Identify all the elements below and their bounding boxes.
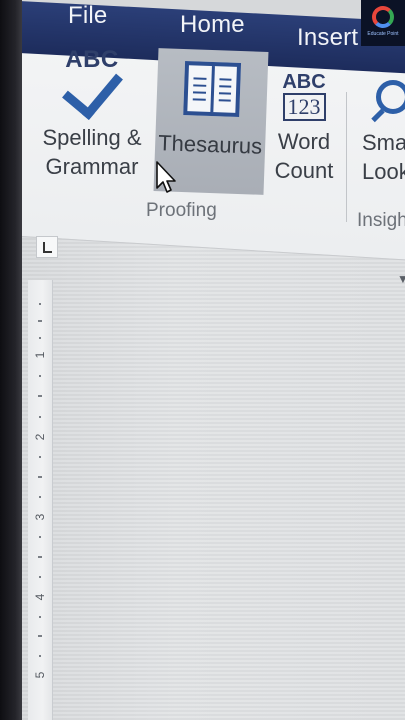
tab-stop-selector[interactable] — [36, 236, 58, 258]
spelling-grammar-button[interactable]: ABC Spelling & Grammar — [34, 46, 150, 181]
ruler-tick — [39, 303, 41, 305]
word-count-abc-text: ABC — [282, 71, 326, 93]
ruler-tick — [39, 616, 41, 618]
ruler-tick — [39, 375, 41, 377]
document-canvas[interactable] — [22, 232, 405, 720]
channel-logo: Educate Point — [361, 0, 405, 46]
abc-123-icon: ABC 123 — [282, 71, 326, 127]
proofing-group-label: Proofing — [146, 200, 217, 221]
ruler-number: 3 — [33, 513, 47, 521]
ruler-number: 1 — [33, 351, 47, 359]
ruler-tick — [39, 496, 41, 498]
tab-file[interactable]: File — [68, 2, 107, 30]
tab-home[interactable]: Home — [180, 11, 245, 39]
ruler-tick — [39, 655, 41, 657]
mouse-pointer-icon — [156, 161, 176, 193]
ruler-tick — [38, 635, 42, 637]
thesaurus-label: Thesaurus — [157, 130, 263, 159]
spelling-label-line2: Grammar — [45, 154, 139, 179]
ruler-tick — [38, 395, 42, 397]
ruler-number: 4 — [33, 593, 47, 601]
ruler-number: 5 — [33, 671, 47, 679]
ruler-tick — [38, 556, 42, 558]
word-count-label-line1: Word — [277, 129, 331, 154]
smart-lookup-label-line2: Looku — [362, 159, 405, 184]
ruler-number: 2 — [33, 433, 47, 441]
insights-group-label: Insigh — [357, 210, 405, 231]
spelling-label-line1: Spelling & — [42, 125, 142, 150]
ruler-tick — [39, 337, 41, 339]
ruler-tick — [38, 476, 42, 478]
screen: File Home Insert Educate Point ABC Spell… — [0, 0, 405, 720]
ruler-tick — [39, 536, 41, 538]
ruler-tick — [39, 576, 41, 578]
tab-insert[interactable]: Insert — [297, 24, 358, 52]
logo-text: Educate Point — [367, 31, 399, 37]
smart-lookup-label-line1: Sma — [362, 130, 405, 155]
word-count-label-line2: Count — [274, 158, 334, 183]
word-count-123-text: 123 — [282, 93, 326, 121]
word-count-button[interactable]: ABC 123 Word Count — [270, 72, 338, 185]
left-tab-icon — [42, 241, 52, 253]
vertical-ruler: 1 2 3 4 5 — [28, 280, 53, 720]
book-icon — [183, 61, 242, 117]
smart-lookup-button[interactable]: Sma Looku — [362, 80, 405, 186]
ruler-tick — [39, 416, 41, 418]
ribbon-collapse-icon[interactable]: ▼ — [397, 272, 405, 286]
magnifier-icon — [376, 80, 405, 114]
logo-icon — [372, 6, 394, 28]
monitor-bezel — [0, 0, 22, 720]
group-divider — [346, 92, 347, 222]
ruler-tick — [39, 456, 41, 458]
ruler-tick — [38, 320, 42, 322]
